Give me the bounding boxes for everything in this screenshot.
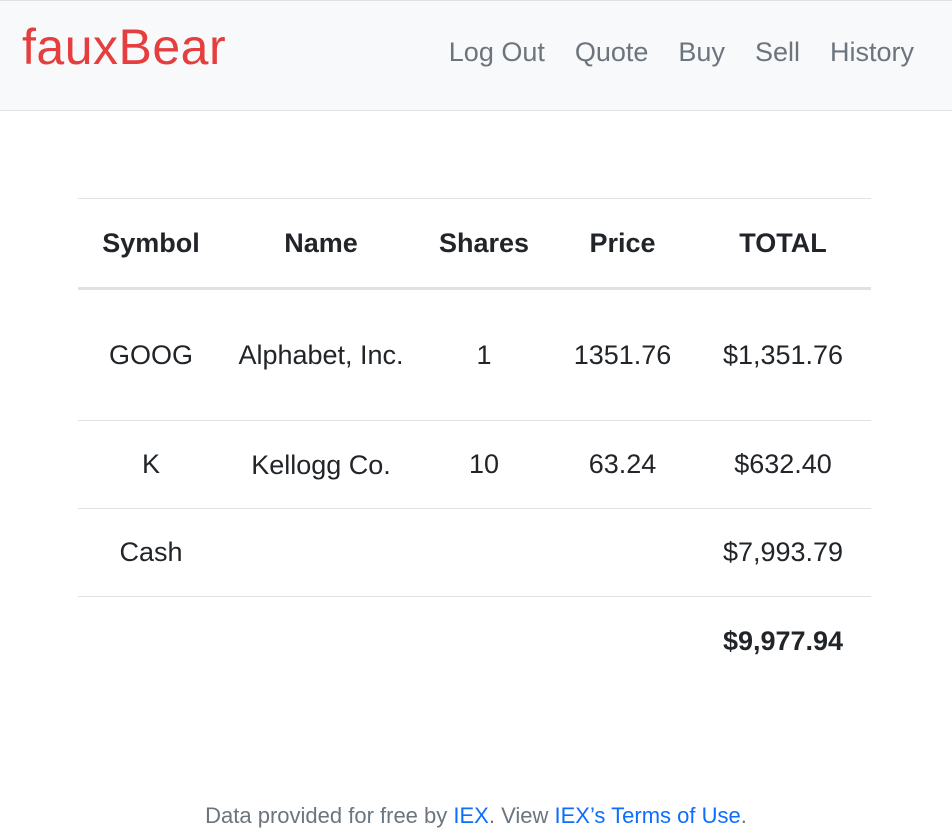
total-empty-cell <box>78 597 224 686</box>
total-empty-cell <box>550 597 695 686</box>
nav-buy-link[interactable]: Buy <box>678 31 725 73</box>
cell-price: 1351.76 <box>573 339 672 370</box>
cell-shares: 1 <box>476 339 492 370</box>
footer: Data provided for free by IEX. View IEX’… <box>0 800 952 832</box>
total-empty-cell <box>224 597 418 686</box>
header-total: TOTAL <box>695 198 871 290</box>
header-shares: Shares <box>418 198 550 290</box>
navbar: fauxBear Log Out Quote Buy Sell History <box>0 0 952 111</box>
portfolio-table: Symbol Name Shares Price TOTAL GOOG Alph… <box>78 198 871 686</box>
header-symbol: Symbol <box>78 198 224 290</box>
header-name: Name <box>224 198 418 290</box>
nav-quote-link[interactable]: Quote <box>575 31 649 73</box>
iex-link[interactable]: IEX <box>453 803 488 828</box>
cash-empty-cell <box>550 509 695 597</box>
cell-total: $1,351.76 <box>722 339 844 370</box>
table-row: GOOG Alphabet, Inc. 1 1351.76 $1,351.76 <box>78 289 871 421</box>
cell-price: 63.24 <box>588 449 657 479</box>
table-header-row: Symbol Name Shares Price TOTAL <box>78 198 871 290</box>
footer-middle-text: . View <box>488 803 555 828</box>
nav-history-link[interactable]: History <box>830 31 914 73</box>
cash-row: Cash $7,993.79 <box>78 508 871 597</box>
table-row: K Kellogg Co. 10 63.24 $632.40 <box>78 420 871 509</box>
cell-symbol: K <box>141 449 160 479</box>
cash-empty-cell <box>224 509 418 597</box>
cell-name: Kellogg Co. <box>251 449 391 480</box>
total-empty-cell <box>418 597 550 686</box>
footer-suffix-text: . <box>740 803 747 828</box>
iex-terms-link[interactable]: IEX’s Terms of Use <box>554 803 740 828</box>
cash-empty-cell <box>418 509 550 597</box>
cell-total: $632.40 <box>734 449 832 479</box>
cell-shares: 10 <box>468 449 500 479</box>
cell-symbol: GOOG <box>108 339 193 370</box>
brand-logo-link[interactable]: fauxBear <box>22 15 226 79</box>
footer-prefix-text: Data provided for free by <box>205 803 454 828</box>
nav-links: Log Out Quote Buy Sell History <box>449 31 914 73</box>
nav-sell-link[interactable]: Sell <box>755 31 800 73</box>
grand-total-value: $9,977.94 <box>722 625 844 656</box>
cash-total: $7,993.79 <box>722 537 844 567</box>
cell-name: Alphabet, Inc. <box>238 340 404 370</box>
cash-label: Cash <box>119 537 183 567</box>
header-price: Price <box>550 198 695 290</box>
nav-log-out-link[interactable]: Log Out <box>449 31 545 73</box>
grand-total-row: $9,977.94 <box>78 596 871 686</box>
